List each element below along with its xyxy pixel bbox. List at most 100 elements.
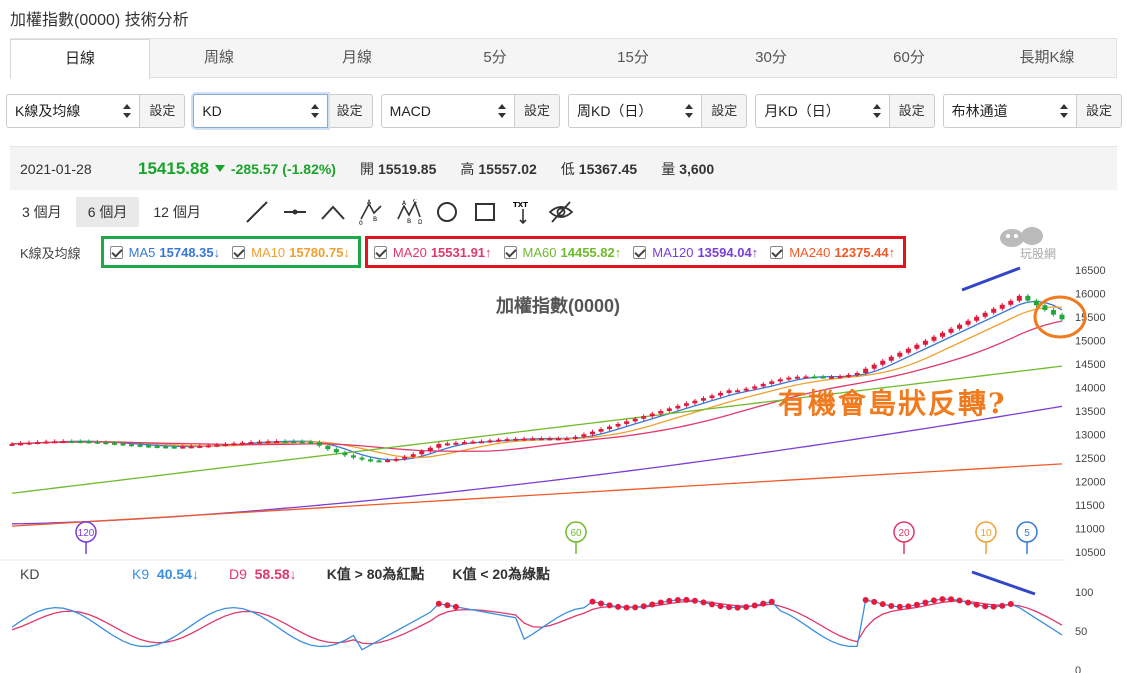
annotation-text: 有機會島狀反轉? <box>778 387 1007 420</box>
range-12-months-button[interactable]: 12 個月 <box>141 197 212 227</box>
y-tick-label: 15500 <box>1075 312 1106 324</box>
kd-red-dot <box>726 604 733 611</box>
tab-30min[interactable]: 30分 <box>702 39 840 77</box>
high-value: 15557.02 <box>478 160 537 177</box>
candle-body <box>52 441 58 444</box>
indicator-4-select[interactable]: 月KD（日） <box>755 94 890 128</box>
quote-change: -285.57 (-1.82%) <box>230 160 336 177</box>
circle-tool-icon[interactable] <box>433 198 461 226</box>
range-3-months-button[interactable]: 3 個月 <box>10 197 74 227</box>
select-value: K線及均線 <box>15 103 81 119</box>
candle-body <box>880 360 886 365</box>
kd-red-dot <box>879 601 886 608</box>
abcd-pattern-icon[interactable]: AC B D <box>395 198 423 226</box>
kd-tick-label: 50 <box>1075 626 1087 638</box>
kd-red-dot <box>615 603 622 610</box>
ma-line-4 <box>11 405 1063 525</box>
kd-red-dot <box>999 602 1006 609</box>
tab-long-term[interactable]: 長期K線 <box>978 39 1116 77</box>
candle-body <box>735 390 741 393</box>
tab-weekly[interactable]: 周線 <box>150 39 288 77</box>
kd-title: KD <box>20 566 40 582</box>
candle-body <box>675 405 681 409</box>
range-6-months-button[interactable]: 6 個月 <box>75 197 140 227</box>
ma-name: MA20 <box>392 244 427 260</box>
main-chart-settings-button[interactable]: 設定 <box>140 94 186 128</box>
kd-red-dot <box>452 603 459 610</box>
candle-body <box>513 438 519 441</box>
indicator-2-select[interactable]: MACD <box>380 94 515 128</box>
indicator-1-select[interactable]: KD <box>193 94 328 128</box>
quote-date: 2021-01-28 <box>20 160 92 177</box>
indicator-1-settings-button[interactable]: 設定 <box>327 94 373 128</box>
kd-lines <box>11 598 1063 651</box>
select-arrows-icon <box>123 104 132 118</box>
tab-monthly[interactable]: 月線 <box>288 39 426 77</box>
indicator-5-select[interactable]: 布林通道 <box>942 94 1077 128</box>
ma-name: MA10 <box>251 244 286 260</box>
kd-legend: KD K9 40.54↓ D9 58.58↓ K值 > 80為紅點 K值 < 2… <box>10 562 610 586</box>
angle-tool-icon[interactable] <box>319 198 347 226</box>
ma10-toggle[interactable]: MA10 15780.75↓ <box>232 245 350 260</box>
candle-body <box>368 459 374 462</box>
candle-body <box>419 451 425 455</box>
checkbox-icon[interactable] <box>109 245 123 259</box>
tab-5min[interactable]: 5分 <box>426 39 564 77</box>
ma20-toggle[interactable]: MA20 15531.91↑ <box>373 244 492 260</box>
kd-red-dot <box>623 604 630 611</box>
candle-body <box>803 376 809 379</box>
ma-value: 15780.75↓ <box>289 244 350 260</box>
candle-body <box>94 441 100 444</box>
d-number: 58.58↓ <box>254 566 297 582</box>
main-chart-select[interactable]: K線及均線 <box>6 94 141 128</box>
select-value: MACD <box>389 103 431 119</box>
text-tool-icon[interactable]: TXT <box>509 198 537 226</box>
candle-body <box>214 444 220 447</box>
kd-red-dot <box>649 601 656 608</box>
tab-60min[interactable]: 60分 <box>840 39 978 77</box>
checkbox-icon[interactable] <box>633 245 647 259</box>
hide-icon[interactable] <box>547 198 575 226</box>
indicator-4-settings-button[interactable]: 設定 <box>889 94 935 128</box>
indicator-5-settings-button[interactable]: 設定 <box>1076 94 1122 128</box>
selector-group-4: 周KD（日） 設定 <box>567 94 748 128</box>
ma-line-5 <box>11 463 1063 527</box>
candlestick-chart[interactable]: 加權指數(0000) 16500 16000 15500 15000 14500 1400… <box>0 262 1127 673</box>
kd-dots <box>435 596 1014 611</box>
checkbox-icon[interactable] <box>770 245 784 259</box>
tab-15min[interactable]: 15分 <box>564 39 702 77</box>
ma60-toggle[interactable]: MA60 14455.82↑ <box>503 245 621 260</box>
candle-body <box>649 413 655 417</box>
tab-daily[interactable]: 日線 <box>10 39 150 79</box>
y-tick-label: 11000 <box>1075 524 1105 536</box>
candle-body <box>726 390 732 393</box>
horizontal-line-icon[interactable] <box>281 198 309 226</box>
indicator-3-settings-button[interactable]: 設定 <box>702 94 748 128</box>
indicator-2-settings-button[interactable]: 設定 <box>514 94 560 128</box>
candle-body <box>999 304 1005 309</box>
checkbox-icon[interactable] <box>373 245 387 259</box>
indicator-3-select[interactable]: 周KD（日） <box>567 94 703 128</box>
low-label: 低 <box>560 160 575 177</box>
abc-pattern-icon[interactable]: A B 0 <box>357 198 385 226</box>
ma240-toggle[interactable]: MA240 12375.44↑ <box>770 245 895 260</box>
kd-red-dot <box>982 603 989 610</box>
candle-body <box>308 441 314 444</box>
kd-red-dot <box>606 602 613 609</box>
svg-text:B: B <box>407 218 411 225</box>
checkbox-icon[interactable] <box>232 245 246 259</box>
line-tool-icon[interactable] <box>243 198 271 226</box>
ma5-toggle[interactable]: MA5 15748.35↓ <box>109 245 220 260</box>
kd-red-dot <box>913 601 920 608</box>
candle-body <box>188 446 194 449</box>
kd-red-dot <box>632 604 639 611</box>
period-marker-label: 20 <box>898 528 910 539</box>
candle-body <box>26 442 32 445</box>
candle-body <box>504 439 510 442</box>
checkbox-icon[interactable] <box>503 245 517 259</box>
rectangle-tool-icon[interactable] <box>471 198 499 226</box>
kd-red-dot <box>435 600 442 607</box>
candle-body <box>752 386 758 389</box>
ma120-toggle[interactable]: MA120 13594.04↑ <box>633 245 758 260</box>
trend-line-kd <box>971 570 1036 596</box>
